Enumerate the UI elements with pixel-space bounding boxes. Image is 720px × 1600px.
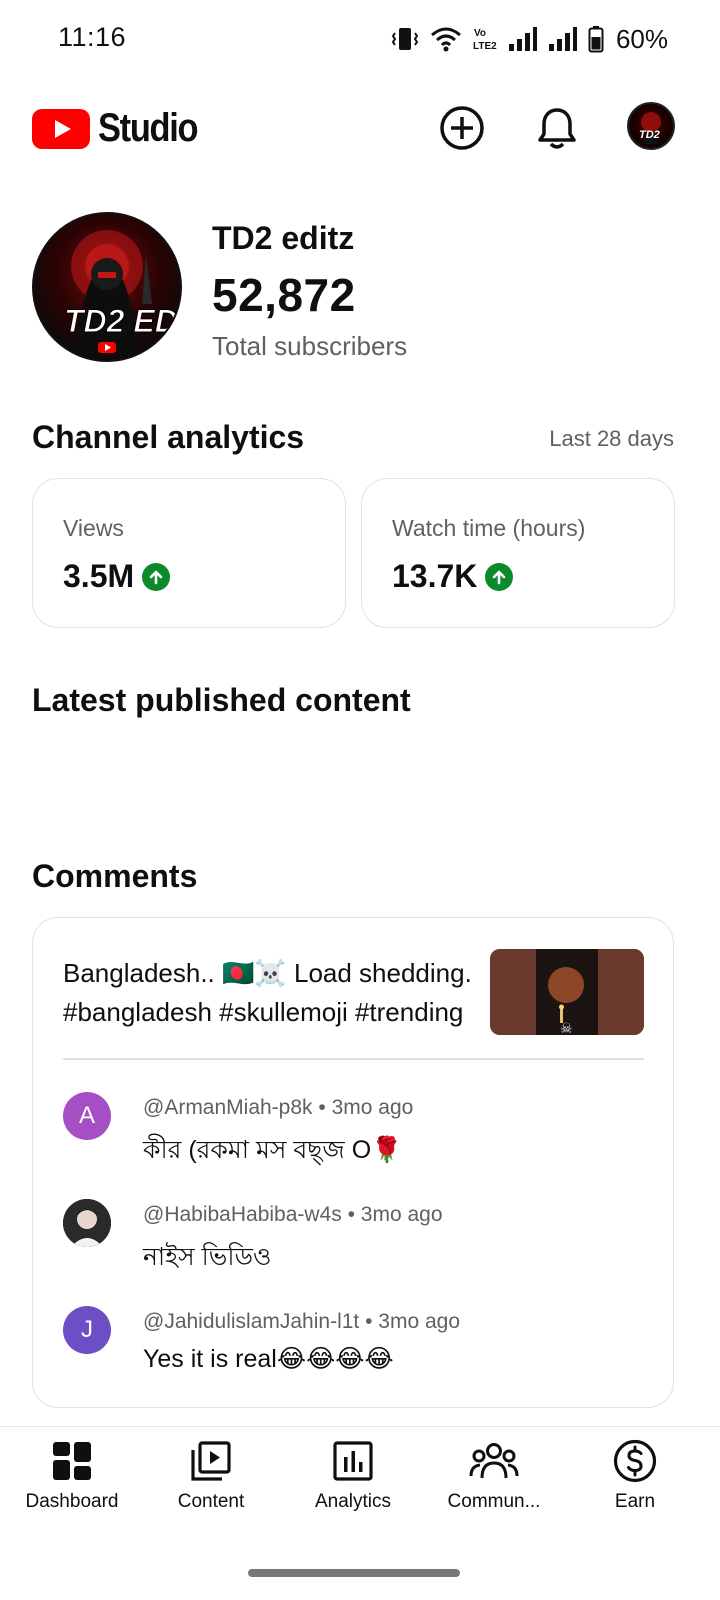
analytics-period: Last 28 days bbox=[549, 426, 674, 451]
studio-logo[interactable]: Studio bbox=[32, 106, 213, 151]
app-name: Studio bbox=[98, 106, 199, 150]
channel-logo-icon: TD2 EDITZ bbox=[64, 230, 180, 354]
comment-item[interactable]: J @JahidulislamJahin-l1t • 3mo ago Yes i… bbox=[63, 1306, 653, 1386]
comments-title: Comments bbox=[32, 858, 198, 894]
bottom-navigation: Dashboard Content Analytics Commun... Ea… bbox=[0, 1426, 720, 1536]
commenter-avatar[interactable]: J bbox=[63, 1306, 111, 1354]
channel-logo-icon: TD2 bbox=[639, 112, 661, 144]
divider bbox=[63, 1058, 644, 1060]
nav-label: Analytics bbox=[314, 1491, 392, 1512]
watch-time-value: 13.7K bbox=[392, 558, 478, 594]
stat-label: Watch time (hours) bbox=[392, 515, 586, 541]
comments-card[interactable]: Bangladesh.. 🇧🇩☠️ Load shedding. #bangla… bbox=[32, 917, 674, 1408]
channel-name: TD2 editz bbox=[212, 220, 355, 256]
nav-label: Content bbox=[177, 1491, 245, 1512]
watch-time-card[interactable]: Watch time (hours) 13.7K bbox=[361, 478, 675, 628]
nav-analytics[interactable]: Analytics bbox=[283, 1437, 423, 1527]
views-card[interactable]: Views 3.5M bbox=[32, 478, 346, 628]
stat-label: Views bbox=[63, 515, 124, 541]
nav-label: Earn bbox=[614, 1491, 656, 1512]
analytics-icon bbox=[333, 1441, 373, 1481]
svg-text:LTE2: LTE2 bbox=[473, 41, 497, 52]
account-avatar[interactable]: TD2 bbox=[627, 102, 675, 150]
latest-content-title: Latest published content bbox=[32, 682, 411, 718]
vibrate-icon bbox=[391, 28, 419, 50]
home-indicator[interactable] bbox=[248, 1569, 460, 1577]
comment-age: 3mo ago bbox=[378, 1310, 461, 1333]
status-icons: Vo LTE2 60% bbox=[390, 22, 668, 56]
nav-content[interactable]: Content bbox=[141, 1437, 281, 1527]
svg-text:TD2: TD2 bbox=[639, 129, 660, 141]
plus-circle-icon bbox=[440, 106, 484, 150]
channel-logo-text: TD2 EDITZ bbox=[64, 303, 180, 339]
comment-text: Yes it is real😂😂😂😂 bbox=[143, 1345, 394, 1373]
comment-text: নাইস ভিডিও bbox=[143, 1243, 272, 1271]
status-time: 11:16 bbox=[58, 22, 127, 52]
subscriber-count: 52,872 bbox=[212, 269, 356, 321]
nav-dashboard[interactable]: Dashboard bbox=[2, 1437, 142, 1527]
analytics-title: Channel analytics bbox=[32, 419, 305, 455]
wifi-icon bbox=[430, 27, 461, 52]
volte-icon: Vo LTE2 bbox=[473, 28, 497, 52]
trend-up-icon bbox=[485, 562, 514, 591]
svg-text:☠: ☠ bbox=[560, 1020, 573, 1035]
battery-icon bbox=[588, 26, 604, 53]
commenter-avatar[interactable] bbox=[63, 1199, 111, 1247]
content-icon bbox=[191, 1441, 231, 1481]
signal-icon-sim2 bbox=[548, 27, 577, 51]
video-thumbnail-image: ☠ bbox=[490, 949, 644, 1035]
nav-community[interactable]: Commun... bbox=[424, 1437, 564, 1527]
channel-avatar[interactable]: TD2 EDITZ bbox=[32, 212, 182, 362]
youtube-logo-icon bbox=[32, 108, 90, 149]
channel-summary: TD2 EDITZ TD2 editz 52,872 Total subscri… bbox=[32, 212, 692, 362]
signal-icon-sim1 bbox=[508, 27, 537, 51]
nav-label: Commun... bbox=[447, 1491, 541, 1512]
subscriber-label: Total subscribers bbox=[212, 331, 408, 361]
earn-icon bbox=[613, 1439, 657, 1483]
trend-up-icon bbox=[142, 562, 171, 591]
nav-label: Dashboard bbox=[25, 1491, 119, 1512]
comment-text: কীর (রকমা মস বছ্জ O🌹 bbox=[143, 1136, 403, 1164]
comment-item[interactable]: @HabibaHabiba-w4s • 3mo ago নাইস ভিডিও bbox=[63, 1199, 653, 1279]
app-header: Studio TD2 bbox=[0, 92, 720, 168]
create-button[interactable] bbox=[436, 102, 488, 154]
video-thumbnail[interactable]: ☠ bbox=[490, 949, 644, 1035]
comment-age: 3mo ago bbox=[360, 1203, 443, 1226]
notifications-button[interactable] bbox=[531, 102, 583, 154]
comment-author[interactable]: @ArmanMiah-p8k bbox=[143, 1096, 313, 1119]
status-bar: 11:16 Vo LTE2 60% bbox=[0, 0, 720, 80]
svg-text:Vo: Vo bbox=[474, 28, 486, 39]
bell-icon bbox=[538, 108, 576, 149]
battery-percent: 60% bbox=[615, 23, 668, 54]
comment-item[interactable]: A @ArmanMiah-p8k • 3mo ago কীর (রকমা মস … bbox=[63, 1092, 653, 1172]
commenter-photo-icon bbox=[63, 1199, 111, 1247]
video-title[interactable]: Bangladesh.. 🇧🇩☠️ Load shedding. #bangla… bbox=[63, 954, 473, 1032]
community-icon bbox=[469, 1443, 519, 1479]
comment-age: 3mo ago bbox=[331, 1096, 414, 1119]
views-value: 3.5M bbox=[63, 558, 135, 594]
nav-earn[interactable]: Earn bbox=[565, 1437, 705, 1527]
dashboard-icon bbox=[53, 1442, 91, 1480]
commenter-avatar[interactable]: A bbox=[63, 1092, 111, 1140]
comment-author[interactable]: @JahidulislamJahin-l1t bbox=[143, 1310, 359, 1333]
comment-author[interactable]: @HabibaHabiba-w4s bbox=[143, 1203, 342, 1226]
